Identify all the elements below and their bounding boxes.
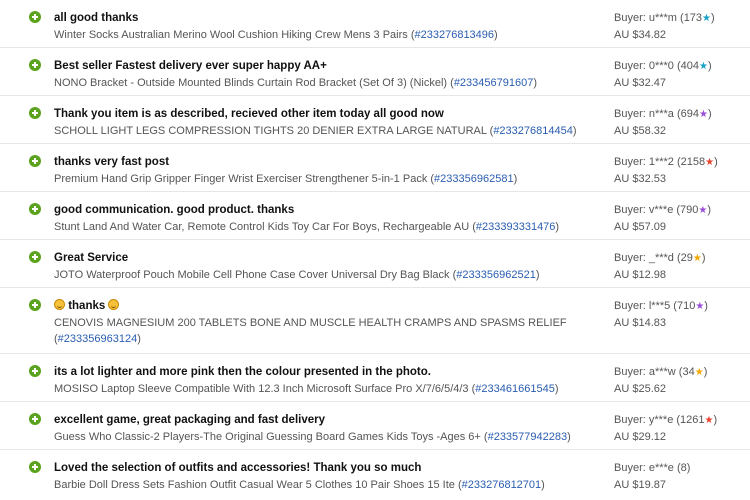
item-price: AU $32.47 bbox=[614, 77, 666, 89]
positive-feedback-icon bbox=[29, 107, 41, 119]
positive-feedback-icon bbox=[29, 11, 41, 23]
item-number-link[interactable]: #233461661545 bbox=[475, 383, 555, 395]
feedback-star-icon: ★ bbox=[699, 61, 708, 72]
buyer-info: Buyer: e***e (8) bbox=[614, 462, 691, 474]
feedback-row: good communication. good product. thanks… bbox=[0, 192, 750, 240]
item-description: MOSISO Laptop Sleeve Compatible With 12.… bbox=[54, 383, 559, 395]
positive-feedback-icon bbox=[29, 461, 41, 473]
item-price: AU $29.12 bbox=[614, 431, 666, 443]
buyer-info: Buyer: n***a (694★) bbox=[614, 108, 712, 120]
feedback-row: excellent game, great packaging and fast… bbox=[0, 402, 750, 450]
feedback-star-icon: ★ bbox=[692, 253, 702, 264]
item-price: AU $58.32 bbox=[614, 125, 666, 137]
item-price: AU $57.09 bbox=[614, 221, 666, 233]
item-price: AU $19.87 bbox=[614, 479, 666, 491]
item-number-link[interactable]: #233276812701 bbox=[462, 479, 542, 491]
positive-feedback-icon bbox=[29, 365, 41, 377]
item-price: AU $34.82 bbox=[614, 29, 666, 41]
feedback-star-icon: ★ bbox=[699, 109, 708, 120]
item-description: Winter Socks Australian Merino Wool Cush… bbox=[54, 29, 498, 41]
feedback-row: Great Service JOTO Waterproof Pouch Mobi… bbox=[0, 240, 750, 288]
positive-feedback-icon bbox=[29, 299, 41, 311]
item-price: AU $32.53 bbox=[614, 173, 666, 185]
buyer-info: Buyer: u***m (173★) bbox=[614, 12, 715, 24]
item-number-link[interactable]: #233276813496 bbox=[415, 29, 495, 41]
smiley-emoji-icon bbox=[108, 299, 120, 310]
feedback-row: all good thanks Winter Socks Australian … bbox=[0, 0, 750, 48]
item-description: JOTO Waterproof Pouch Mobile Cell Phone … bbox=[54, 269, 540, 281]
feedback-row: Best seller Fastest delivery ever super … bbox=[0, 48, 750, 96]
feedback-star-icon: ★ bbox=[705, 157, 715, 168]
feedback-star-icon: ★ bbox=[694, 367, 704, 378]
smiley-emoji-icon bbox=[54, 299, 65, 310]
buyer-info: Buyer: 0***0 (404★) bbox=[614, 60, 712, 72]
item-price: AU $14.83 bbox=[614, 317, 666, 329]
item-price: AU $25.62 bbox=[614, 383, 666, 395]
feedback-star-icon: ★ bbox=[702, 13, 712, 24]
positive-feedback-icon bbox=[29, 155, 41, 167]
item-number-link[interactable]: #233456791607 bbox=[454, 77, 534, 89]
feedback-star-icon: ★ bbox=[698, 205, 708, 216]
positive-feedback-icon bbox=[29, 251, 41, 263]
item-description: Barbie Doll Dress Sets Fashion Outfit Ca… bbox=[54, 479, 545, 491]
feedback-row: thanks very fast post Premium Hand Grip … bbox=[0, 144, 750, 192]
feedback-list: all good thanks Winter Socks Australian … bbox=[0, 0, 750, 498]
buyer-info: Buyer: y***e (1261★) bbox=[614, 414, 718, 426]
positive-feedback-icon bbox=[29, 59, 41, 71]
item-description: NONO Bracket - Outside Mounted Blinds Cu… bbox=[54, 77, 538, 89]
item-description: SCHOLL LIGHT LEGS COMPRESSION TIGHTS 20 … bbox=[54, 125, 577, 137]
feedback-row: Loved the selection of outfits and acces… bbox=[0, 450, 750, 498]
feedback-row: Thank you item is as described, recieved… bbox=[0, 96, 750, 144]
item-price: AU $12.98 bbox=[614, 269, 666, 281]
item-number-link[interactable]: #233356962581 bbox=[434, 173, 514, 185]
feedback-row: thanks CENOVIS MAGNESIUM 200 TABLETS BON… bbox=[0, 288, 750, 354]
feedback-row: its a lot lighter and more pink then the… bbox=[0, 354, 750, 402]
buyer-info: Buyer: a***w (34★) bbox=[614, 366, 708, 378]
item-description: Stunt Land And Water Car, Remote Control… bbox=[54, 221, 560, 233]
item-number-link[interactable]: #233577942283 bbox=[488, 431, 568, 443]
feedback-star-icon: ★ bbox=[695, 301, 705, 312]
item-number-link[interactable]: #233393331476 bbox=[476, 221, 556, 233]
buyer-info: Buyer: 1***2 (2158★) bbox=[614, 156, 718, 168]
positive-feedback-icon bbox=[29, 413, 41, 425]
item-number-link[interactable]: #233356962521 bbox=[456, 269, 536, 281]
item-description: CENOVIS MAGNESIUM 200 TABLETS BONE AND M… bbox=[54, 317, 567, 345]
buyer-info: Buyer: l***5 (710★) bbox=[614, 300, 708, 312]
buyer-info: Buyer: v***e (790★) bbox=[614, 204, 712, 216]
buyer-info: Buyer: _***d (29★) bbox=[614, 252, 706, 264]
positive-feedback-icon bbox=[29, 203, 41, 215]
item-description: Premium Hand Grip Gripper Finger Wrist E… bbox=[54, 173, 518, 185]
item-number-link[interactable]: #233276814454 bbox=[493, 125, 573, 137]
item-description: Guess Who Classic-2 Players-The Original… bbox=[54, 431, 571, 443]
item-number-link[interactable]: #233356963124 bbox=[58, 333, 138, 345]
